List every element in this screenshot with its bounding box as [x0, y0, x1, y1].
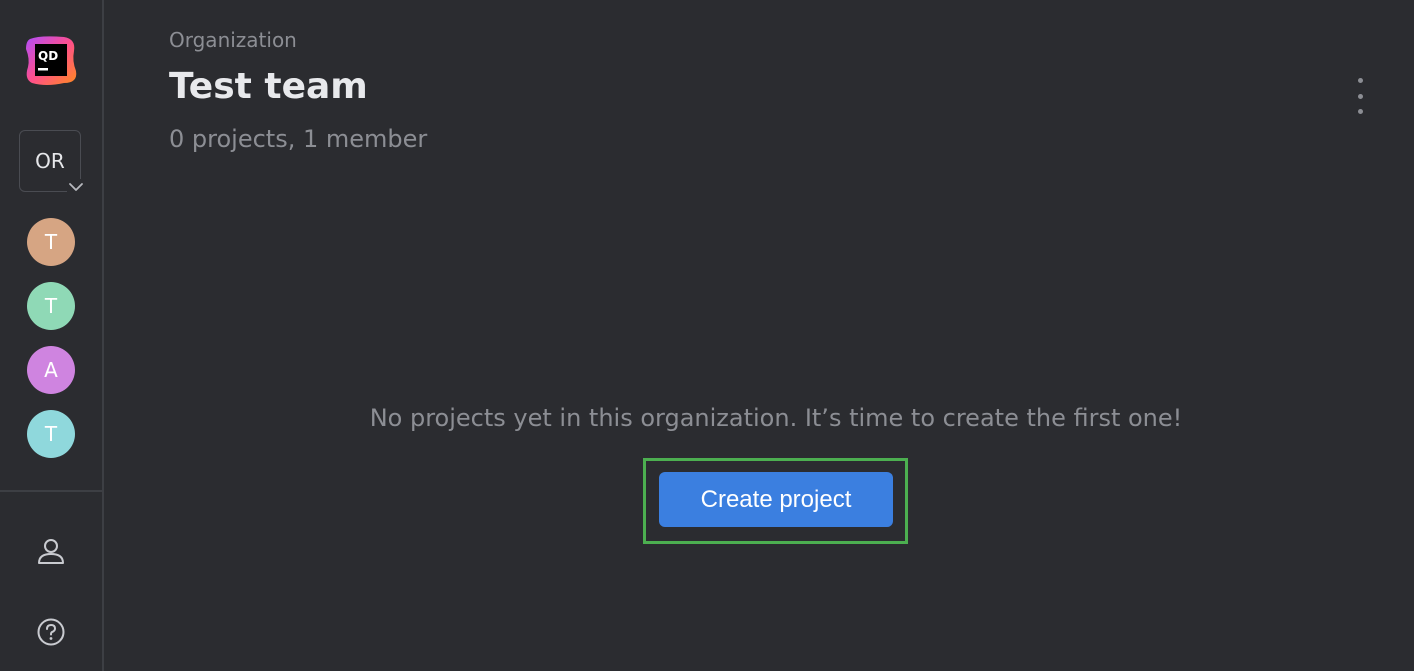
org-avatar-3[interactable]: A — [27, 346, 75, 394]
org-avatar-1[interactable]: T — [27, 218, 75, 266]
avatar-letter: T — [44, 422, 58, 446]
org-avatar-4[interactable]: T — [27, 410, 75, 458]
app-window: QD OR T T A T Organization Test team 0 p… — [0, 0, 1414, 671]
more-options-icon[interactable] — [1348, 78, 1372, 114]
qodana-logo[interactable]: QD — [24, 33, 78, 87]
page-title: Test team — [169, 66, 368, 107]
help-icon[interactable] — [35, 616, 67, 648]
avatar-letter: T — [44, 294, 58, 318]
logo-text: QD — [38, 49, 58, 63]
user-icon[interactable] — [35, 535, 67, 567]
main-content: Organization Test team 0 projects, 1 mem… — [104, 0, 1414, 671]
create-project-button[interactable]: Create project — [659, 472, 893, 527]
sidebar: QD OR T T A T — [0, 0, 104, 671]
empty-state-message: No projects yet in this organization. It… — [369, 404, 1183, 432]
organization-switcher-label: OR — [35, 149, 65, 173]
page-subtitle: 0 projects, 1 member — [169, 125, 428, 153]
avatar-letter: A — [44, 358, 58, 382]
org-avatar-2[interactable]: T — [27, 282, 75, 330]
chevron-down-icon[interactable] — [67, 179, 85, 193]
sidebar-divider — [0, 490, 102, 492]
avatar-letter: T — [44, 230, 58, 254]
page-eyebrow: Organization — [169, 28, 297, 52]
